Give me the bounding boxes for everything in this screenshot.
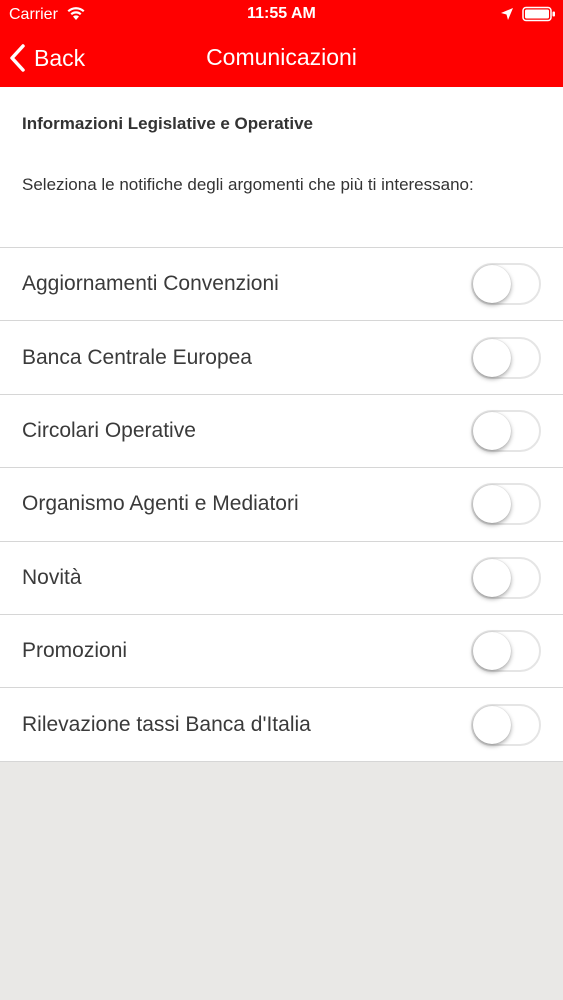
empty-background	[0, 762, 563, 1000]
status-bar: Carrier 11:55 AM	[0, 0, 563, 30]
list-item: Promozioni	[0, 614, 563, 689]
list-item: Banca Centrale Europea	[0, 321, 563, 395]
top-bar: Carrier 11:55 AM Back Comunicazioni	[0, 0, 563, 87]
battery-icon	[522, 6, 555, 22]
topic-label: Circolari Operative	[22, 418, 196, 442]
section-description: Seleziona le notifiche degli argomenti c…	[22, 175, 474, 194]
toggle-knob	[473, 338, 511, 377]
settings-panel: Informazioni Legislative e Operative Sel…	[0, 87, 563, 762]
list-item: Organismo Agenti e Mediatori	[0, 468, 563, 542]
topic-label: Banca Centrale Europea	[22, 345, 252, 369]
topic-label: Organismo Agenti e Mediatori	[22, 492, 299, 516]
topic-list: Aggiornamenti Convenzioni Banca Centrale…	[0, 247, 563, 762]
navigation-bar: Back Comunicazioni	[0, 30, 563, 87]
topic-label: Novità	[22, 565, 82, 589]
list-item: Novità	[0, 541, 563, 615]
topic-toggle[interactable]	[471, 483, 541, 526]
toggle-knob	[473, 632, 511, 671]
toggle-knob	[473, 265, 511, 304]
section-title: Informazioni Legislative e Operative	[22, 114, 313, 133]
list-item: Circolari Operative	[0, 394, 563, 469]
topic-toggle[interactable]	[471, 409, 541, 452]
status-time: 11:55 AM	[247, 5, 316, 22]
list-item: Rilevazione tassi Banca d'Italia	[0, 688, 563, 762]
topic-toggle[interactable]	[471, 336, 541, 379]
toggle-knob	[473, 705, 511, 744]
topic-toggle[interactable]	[471, 630, 541, 673]
topic-toggle[interactable]	[471, 556, 541, 599]
topic-label: Aggiornamenti Convenzioni	[22, 272, 279, 296]
location-icon	[501, 8, 513, 20]
topic-label: Promozioni	[22, 639, 128, 663]
topic-label: Rilevazione tassi Banca d'Italia	[22, 712, 311, 736]
toggle-knob	[473, 485, 511, 524]
toggle-knob	[473, 411, 511, 450]
topic-toggle[interactable]	[471, 263, 541, 306]
page-title: Comunicazioni	[206, 44, 357, 70]
toggle-knob	[473, 558, 511, 597]
list-item: Aggiornamenti Convenzioni	[0, 248, 563, 322]
topic-toggle[interactable]	[471, 703, 541, 746]
